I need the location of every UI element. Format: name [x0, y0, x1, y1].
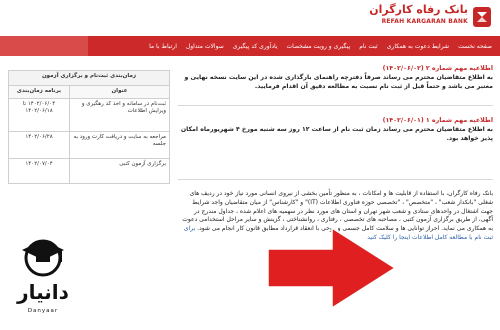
- graduation-cap-icon: [22, 239, 64, 277]
- watermark: دانیار Danyaar: [8, 232, 78, 322]
- watermark-brand-en: Danyaar: [27, 308, 59, 314]
- watermark-brand: دانیار: [17, 280, 69, 304]
